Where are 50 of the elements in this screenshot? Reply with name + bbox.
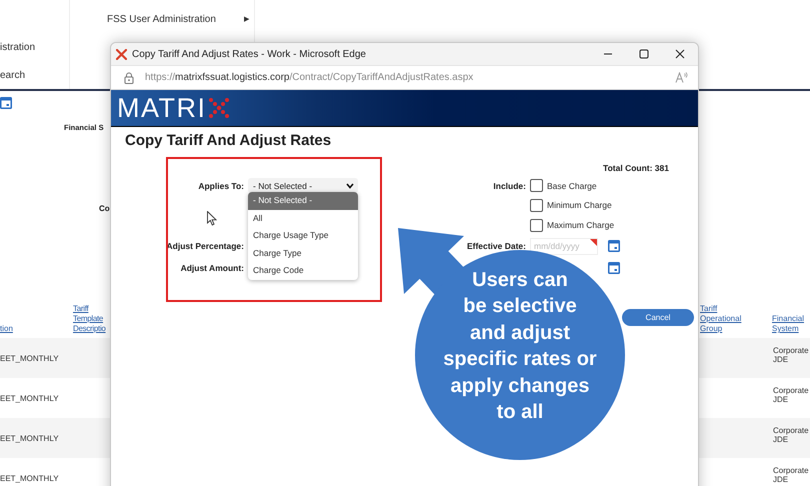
callout-text: Users can be selective and adjust specific rates or apply changes to all — [443, 268, 597, 425]
cancel-button[interactable]: Cancel — [622, 309, 694, 326]
table-cell: EET_MONTHLY — [0, 434, 59, 442]
table-cell: EET_MONTHLY — [0, 354, 59, 362]
dropdown-option[interactable]: Charge Usage Type — [248, 227, 358, 245]
filter-label: Co — [99, 204, 110, 213]
menu-item[interactable]: istration — [0, 40, 69, 56]
calendar-icon[interactable] — [608, 262, 620, 274]
url-text[interactable]: https://matrixfssuat.logistics.corp/Contract/CopyTariffAndAdjustRates.aspx — [145, 72, 675, 83]
table-cell-text: Corporate JDE — [773, 465, 810, 486]
lock-icon[interactable] — [124, 72, 134, 84]
applies-to-select[interactable]: - Not Selected - — [248, 178, 358, 193]
column-header-link[interactable]: Tariff Template Descriptio — [73, 304, 107, 334]
dropdown-option[interactable]: - Not Selected - — [248, 192, 358, 210]
maximize-icon — [639, 49, 649, 59]
caret-icon — [346, 182, 354, 188]
dropdown-option[interactable]: Charge Code — [248, 262, 358, 280]
app-icon — [116, 48, 127, 60]
dropdown-option[interactable]: All — [248, 210, 358, 228]
checkbox-label: Base Charge — [547, 180, 597, 190]
field-label: Adjust Percentage: — [166, 241, 244, 251]
field-label: Applies To: — [198, 180, 244, 190]
calendar-icon[interactable] — [0, 97, 12, 109]
column-header-link[interactable]: Financial System — [772, 314, 809, 334]
table-cell: EET_MONTHLY — [0, 474, 59, 482]
table-cell: EET_MONTHLY — [0, 394, 59, 402]
menu-item[interactable]: earch — [0, 68, 69, 84]
checkbox[interactable] — [530, 218, 543, 232]
dropdown-option[interactable]: Charge Type — [248, 244, 358, 262]
field-label: Effective Date: — [466, 241, 526, 251]
mouse-cursor-icon — [207, 211, 217, 226]
total-count: Total Count: 381 — [603, 163, 669, 173]
column-header-link[interactable]: tion — [0, 324, 73, 334]
checkbox[interactable] — [530, 198, 543, 212]
logo-text: MATRI — [117, 93, 206, 123]
checkbox-label: Maximum Charge — [547, 220, 614, 230]
logo-mark-icon — [208, 97, 230, 119]
close-icon — [675, 49, 685, 59]
table-cell-text: Corporate JDE — [773, 425, 810, 446]
checkbox-label: Minimum Charge — [547, 200, 612, 210]
calendar-icon[interactable] — [608, 240, 620, 252]
read-aloud-icon[interactable] — [675, 72, 688, 83]
field-label: Adjust Amount: — [180, 263, 244, 273]
table-cell-text: Corporate JDE — [773, 385, 810, 406]
checkbox[interactable] — [530, 179, 543, 192]
page-heading: Copy Tariff And Adjust Rates — [125, 131, 332, 151]
column-header-link[interactable]: Tariff Operational Group — [700, 304, 750, 334]
window-title: Copy Tariff And Adjust Rates - Work - Microsoft Edge — [132, 48, 367, 60]
table-cell-text: Corporate JDE — [773, 345, 810, 366]
field-label: Include: — [493, 180, 526, 190]
